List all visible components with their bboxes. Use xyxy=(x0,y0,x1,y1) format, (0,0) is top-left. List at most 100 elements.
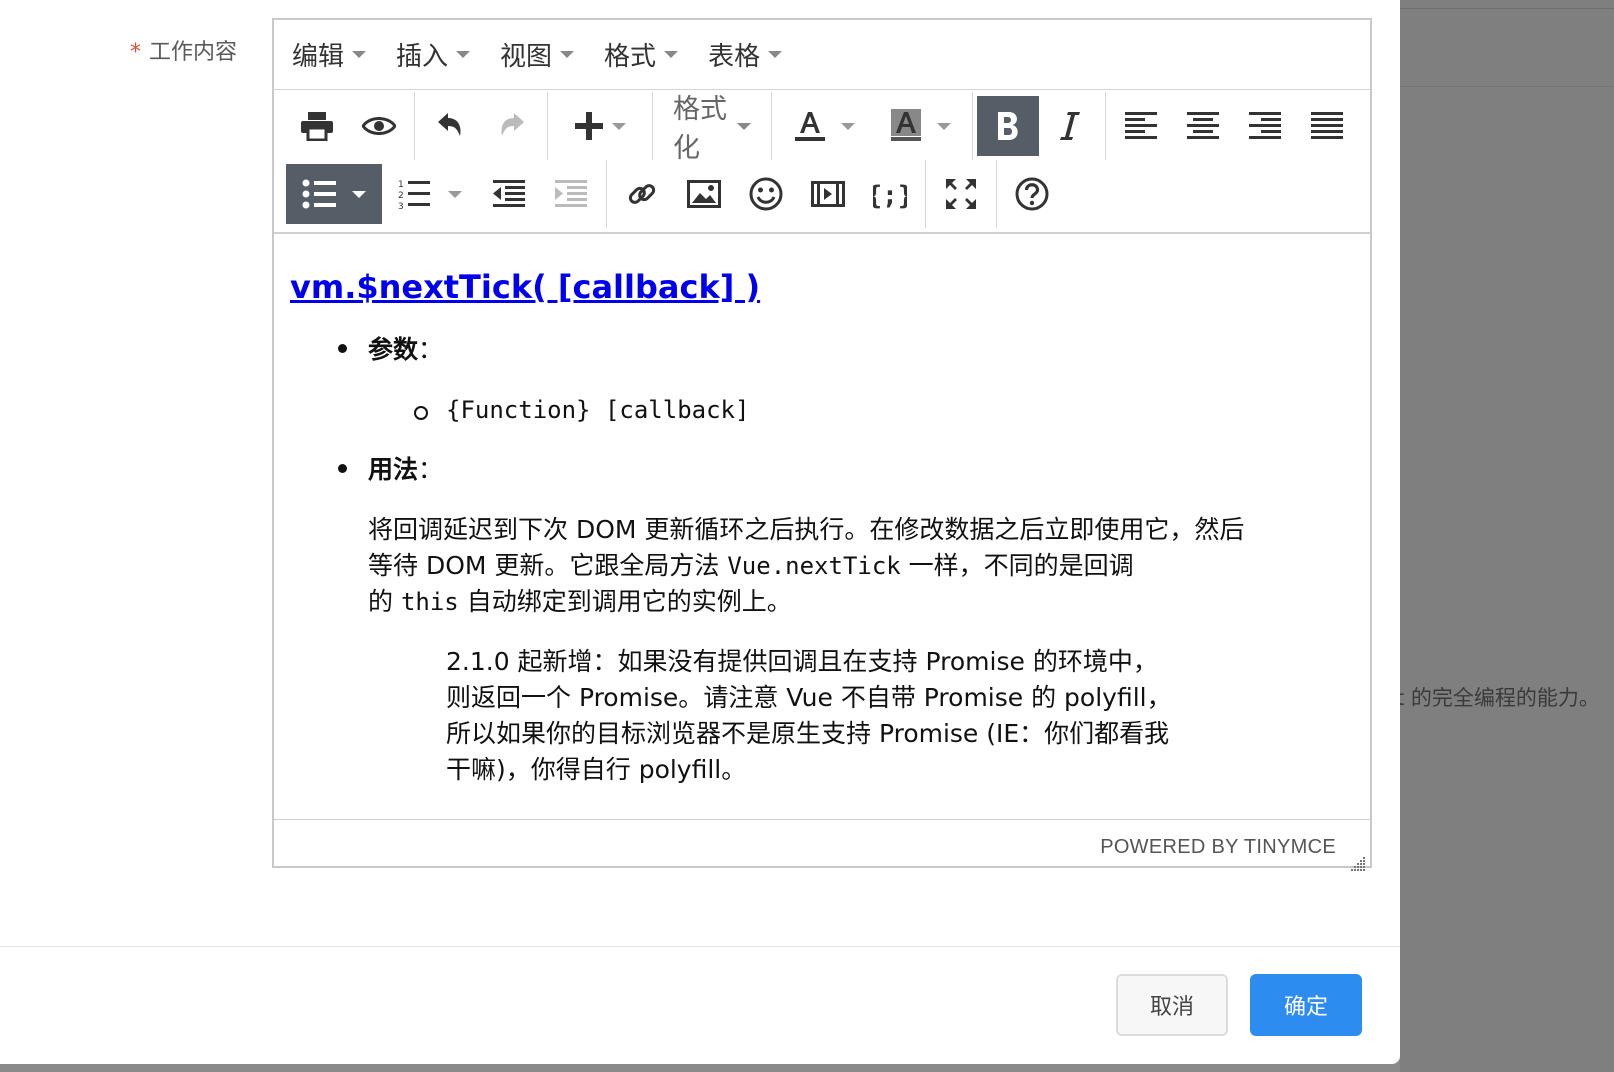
preview-eye-icon xyxy=(362,117,396,135)
align-justify-button[interactable] xyxy=(1296,96,1358,156)
svg-text:{;}: {;} xyxy=(873,181,907,209)
note-line: 2.1.0 起新增：如果没有提供回调且在支持 Promise 的环境中， xyxy=(446,647,1158,676)
menu-label: 编辑 xyxy=(292,42,345,72)
note-line: 所以如果你的目标浏览器不是原生支持 Promise (IE：你们都看我 xyxy=(446,719,1170,748)
background-color-button[interactable] xyxy=(872,96,968,156)
toolbar-group xyxy=(415,92,548,160)
menu-edit[interactable]: 编辑 xyxy=(292,36,367,73)
usage-colon: ： xyxy=(418,455,444,484)
menu-format[interactable]: 格式 xyxy=(604,36,679,73)
toolbar-group xyxy=(772,92,973,160)
svg-text:2: 2 xyxy=(398,191,404,201)
cancel-button[interactable]: 取消 xyxy=(1116,974,1228,1036)
align-left-icon xyxy=(1125,112,1157,139)
outdent-button[interactable] xyxy=(478,164,540,224)
toolbar-row-1: 格式化 xyxy=(282,92,1362,164)
image-icon xyxy=(687,180,721,208)
chevron-down-icon xyxy=(560,51,575,58)
align-center-icon xyxy=(1187,112,1219,139)
toolbar-group xyxy=(548,92,653,160)
required-mark: * xyxy=(130,40,141,65)
undo-button[interactable] xyxy=(419,96,481,156)
chevron-down-icon xyxy=(448,190,462,198)
media-icon xyxy=(811,181,845,207)
align-justify-icon xyxy=(1311,112,1343,139)
link-icon xyxy=(628,184,656,204)
media-button[interactable] xyxy=(797,164,859,224)
indent-button[interactable] xyxy=(540,164,602,224)
toolbar-group: {;} xyxy=(607,160,926,228)
menu-label: 插入 xyxy=(396,42,449,72)
usage-text: 等待 DOM 更新。它跟全局方法 xyxy=(368,551,728,580)
usage-text: 的 xyxy=(368,587,401,616)
usage-text: 一样，不同的是回调 xyxy=(900,551,1134,580)
toolbar-group xyxy=(973,92,1106,160)
modal-dialog: * 工作内容 编辑 插入 视图 格式 表格 格式化 1 2 3 ; vm.$ne… xyxy=(0,0,1400,1064)
bold-button[interactable] xyxy=(977,96,1039,156)
menu-view[interactable]: 视图 xyxy=(500,36,575,73)
align-center-button[interactable] xyxy=(1172,96,1234,156)
toolbar-group xyxy=(1106,92,1362,160)
background-page xyxy=(1400,0,1614,1072)
menu-table[interactable]: 表格 xyxy=(708,36,783,73)
emoticon-button[interactable] xyxy=(735,164,797,224)
chevron-down-icon xyxy=(352,190,366,198)
editor-content-area[interactable]: vm.$nextTick( [callback] ) 参数： {Function… xyxy=(274,234,1370,820)
powered-by-link[interactable]: POWERED BY TINYMCE xyxy=(1100,836,1336,859)
menu-label: 表格 xyxy=(708,42,761,72)
svg-text:3: 3 xyxy=(398,202,404,210)
font-color-button[interactable] xyxy=(776,96,872,156)
usage-line-2: 等待 DOM 更新。它跟全局方法 Vue.nextTick 一样，不同的是回调 xyxy=(368,548,1354,584)
insert-plus-icon xyxy=(575,112,603,140)
list-item-params: 参数： xyxy=(290,330,1354,366)
italic-icon xyxy=(1060,112,1080,140)
background-divider xyxy=(1400,8,1614,9)
help-icon xyxy=(1015,177,1049,211)
chevron-down-icon xyxy=(768,51,783,58)
chevron-down-icon xyxy=(612,122,626,130)
doc-heading-link[interactable]: vm.$nextTick( [callback] ) xyxy=(290,268,760,306)
align-right-icon xyxy=(1249,112,1281,139)
menu-label: 视图 xyxy=(500,42,553,72)
chevron-down-icon xyxy=(737,122,751,130)
outdent-icon xyxy=(493,180,525,207)
svg-text:1: 1 xyxy=(398,180,404,190)
link-button[interactable] xyxy=(611,164,673,224)
italic-button[interactable] xyxy=(1039,96,1101,156)
editor-statusbar: POWERED BY TINYMCE xyxy=(274,820,1370,876)
redo-button[interactable] xyxy=(481,96,543,156)
bullet-list: 参数： {Function} [callback] 用法： 将回调延迟到下次 D… xyxy=(290,330,1354,788)
inline-code: Vue.nextTick xyxy=(727,552,901,580)
align-right-button[interactable] xyxy=(1234,96,1296,156)
note-line: 则返回一个 Promise。请注意 Vue 不自带 Promise 的 poly… xyxy=(446,683,1172,712)
note-line: 干嘛)，你得自行 polyfill。 xyxy=(446,755,747,784)
editor-menubar: 编辑 插入 视图 格式 表格 xyxy=(274,20,1370,90)
code-sample-icon: {;} xyxy=(873,181,907,209)
background-color-icon xyxy=(891,109,921,141)
bullet-list-icon xyxy=(302,179,336,209)
params-label: 参数 xyxy=(368,335,419,364)
rich-text-editor: 编辑 插入 视图 格式 表格 格式化 1 2 3 ; vm.$nextTick(… xyxy=(272,18,1372,871)
code-sample-button[interactable]: {;} xyxy=(859,164,921,224)
chevron-down-icon xyxy=(456,51,471,58)
format-dropdown[interactable]: 格式化 xyxy=(657,94,767,164)
toolbar-group: 123 xyxy=(282,160,607,228)
toolbar-group: 格式化 xyxy=(653,92,772,164)
insert-button[interactable] xyxy=(552,96,648,156)
chevron-down-icon xyxy=(841,122,855,130)
image-button[interactable] xyxy=(673,164,735,224)
resize-handle-icon[interactable] xyxy=(1348,854,1366,872)
ok-button[interactable]: 确定 xyxy=(1250,974,1362,1036)
align-left-button[interactable] xyxy=(1110,96,1172,156)
fullscreen-button[interactable] xyxy=(930,164,992,224)
preview-button[interactable] xyxy=(348,96,410,156)
font-color-icon xyxy=(795,112,825,141)
numbered-list-button[interactable]: 123 xyxy=(382,164,478,224)
print-icon xyxy=(301,112,333,141)
footer-divider xyxy=(0,946,1400,947)
print-button[interactable] xyxy=(286,96,348,156)
menu-insert[interactable]: 插入 xyxy=(396,36,471,73)
help-button[interactable] xyxy=(1001,164,1063,224)
bullet-list-button[interactable] xyxy=(286,164,382,224)
background-text: t 的完全编程的能力。 xyxy=(1396,686,1600,710)
